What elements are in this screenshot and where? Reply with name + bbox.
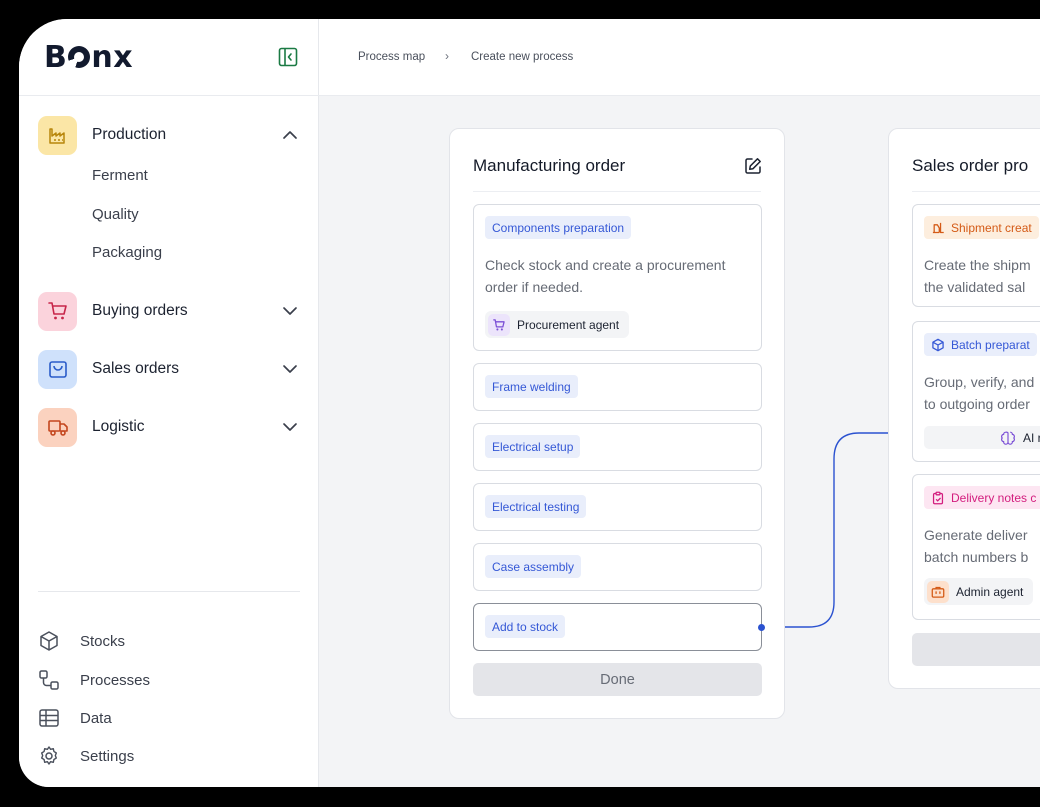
step-tag: Frame welding: [485, 375, 578, 398]
description-line: to outgoing order: [924, 396, 1030, 412]
step-description: Generate deliver batch numbers b: [924, 524, 1040, 568]
logo-row: Bnx: [19, 19, 319, 96]
description-line: Generate deliver: [924, 527, 1028, 543]
sidebar-subitem-ferment[interactable]: Ferment: [92, 167, 148, 184]
agent-chip[interactable]: Admin agent: [924, 578, 1034, 605]
sidebar-item-data[interactable]: Data: [38, 706, 112, 730]
table-icon: [39, 709, 59, 727]
step-components-preparation[interactable]: Components preparation Check stock and c…: [473, 204, 762, 351]
step-tag: Add to stock: [485, 615, 566, 638]
step-frame-welding[interactable]: Frame welding: [473, 363, 762, 411]
agent-chip[interactable]: AI r: [924, 426, 1040, 449]
breadcrumb-process-map[interactable]: Process map: [358, 51, 425, 63]
step-tag: Delivery notes c: [924, 486, 1040, 509]
step-description: Group, verify, and to outgoing order: [924, 371, 1040, 415]
clipboard-icon: [932, 491, 944, 504]
step-tag: Electrical testing: [485, 495, 587, 518]
box-icon: [932, 338, 944, 351]
ai-brain-icon: [1001, 431, 1015, 445]
step-tag-label: Delivery notes c: [951, 490, 1037, 505]
collapse-sidebar-icon[interactable]: [278, 47, 298, 67]
step-description: Create the shipm the validated sal: [924, 254, 1040, 298]
description-line: Group, verify, and: [924, 374, 1035, 390]
sidebar-item-label: Processes: [80, 671, 151, 689]
sidebar-item-settings[interactable]: Settings: [38, 744, 134, 768]
step-description: Check stock and create a procurement ord…: [485, 257, 726, 295]
process-card-manufacturing: Manufacturing order Components preparati…: [449, 128, 785, 719]
sidebar-item-processes[interactable]: Processes: [38, 668, 150, 692]
process-card-sales-order: Sales order pro Shipment creat Create th…: [888, 128, 1040, 689]
sidebar-item-label: Stocks: [80, 632, 126, 650]
sidebar-item-label: Settings: [80, 747, 135, 765]
description-line: the validated sal: [924, 279, 1026, 295]
bag-icon: [38, 349, 77, 389]
step-shipment-creation[interactable]: Shipment creat Create the shipm the vali…: [912, 204, 1040, 307]
step-tag: Components preparation: [485, 216, 632, 239]
agent-label: AI r: [1023, 430, 1040, 445]
logo-mark-icon: [68, 46, 91, 68]
sidebar-item-stocks[interactable]: Stocks: [38, 629, 125, 653]
app-logo[interactable]: Bnx: [44, 40, 133, 75]
sidebar-subitem-quality[interactable]: Quality: [92, 206, 139, 223]
sidebar: Bnx Production Ferment Quality Packaging…: [19, 19, 319, 787]
agent-label: Admin agent: [956, 584, 1024, 599]
done-button[interactable]: Done: [473, 663, 762, 696]
process-flow-icon: [39, 670, 59, 690]
edit-icon[interactable]: [744, 157, 762, 175]
factory-icon: [38, 115, 77, 155]
step-add-to-stock[interactable]: Add to stock: [473, 603, 762, 651]
sidebar-item-label: Logistic: [92, 418, 145, 435]
sidebar-item-buying-orders[interactable]: Buying orders: [38, 291, 300, 331]
card-title: Manufacturing order: [473, 156, 626, 175]
sidebar-subitem-packaging[interactable]: Packaging: [92, 244, 162, 261]
step-electrical-setup[interactable]: Electrical setup: [473, 423, 762, 471]
description-line: Create the shipm: [924, 257, 1031, 273]
sidebar-item-label: Data: [80, 709, 112, 727]
card-title: Sales order pro: [912, 156, 1029, 175]
step-tag-label: Shipment creat: [951, 220, 1032, 235]
sidebar-item-logistic[interactable]: Logistic: [38, 407, 300, 447]
breadcrumb-separator: ›: [445, 49, 449, 63]
divider: [912, 191, 1040, 192]
device-frame: Bnx Production Ferment Quality Packaging…: [0, 0, 1040, 807]
top-bar: Process map › Create new process: [319, 19, 1040, 96]
chevron-up-icon[interactable]: [280, 125, 300, 145]
sidebar-item-label: Sales orders: [92, 360, 180, 377]
box-icon: [40, 631, 58, 651]
step-batch-preparation[interactable]: Batch preparat Group, verify, and to out…: [912, 321, 1040, 462]
chevron-down-icon[interactable]: [280, 359, 300, 379]
step-tag: Batch preparat: [924, 333, 1037, 356]
step-electrical-testing[interactable]: Electrical testing: [473, 483, 762, 531]
step-tag: Case assembly: [485, 555, 582, 578]
step-tag-label: Batch preparat: [951, 337, 1030, 352]
truck-icon: [38, 407, 77, 447]
step-case-assembly[interactable]: Case assembly: [473, 543, 762, 591]
step-delivery-notes[interactable]: Delivery notes c Generate deliver batch …: [912, 474, 1040, 620]
sidebar-item-label: Buying orders: [92, 302, 188, 319]
done-button[interactable]: [912, 633, 1040, 666]
agent-label: Procurement agent: [517, 317, 620, 332]
sidebar-item-production[interactable]: Production: [38, 115, 300, 155]
app-screen: Bnx Production Ferment Quality Packaging…: [19, 19, 1040, 787]
description-line: batch numbers b: [924, 549, 1029, 565]
agent-chip[interactable]: Procurement agent: [485, 311, 630, 338]
forklift-icon: [932, 222, 944, 233]
sidebar-divider: [38, 591, 300, 592]
sidebar-item-sales-orders[interactable]: Sales orders: [38, 349, 300, 389]
step-tag: Electrical setup: [485, 435, 581, 458]
chevron-down-icon[interactable]: [280, 417, 300, 437]
cart-icon: [488, 313, 510, 336]
cart-icon: [38, 291, 77, 331]
sidebar-item-label: Production: [92, 126, 167, 143]
chevron-down-icon[interactable]: [280, 301, 300, 321]
breadcrumb-current: Create new process: [471, 51, 574, 63]
briefcase-icon: [927, 580, 949, 603]
step-tag: Shipment creat: [924, 216, 1039, 239]
connector-handle[interactable]: [758, 624, 765, 631]
gear-icon: [41, 746, 57, 765]
divider: [473, 191, 761, 192]
